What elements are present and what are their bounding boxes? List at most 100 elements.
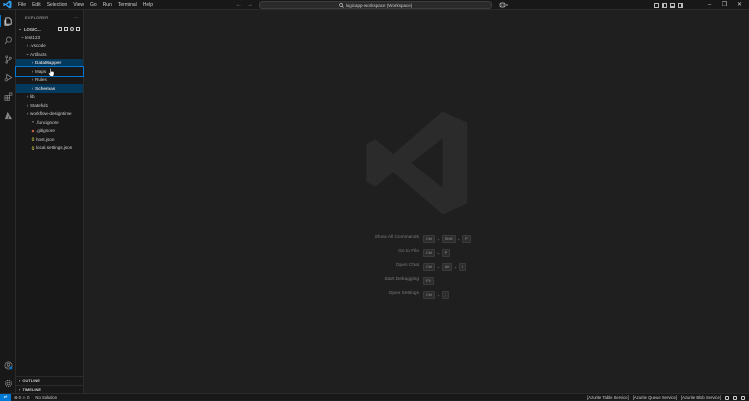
shortcut-row: Show All Commands Ctrl + Shift + P (84, 235, 749, 243)
search-text: logicapp-workspace (Workspace) (345, 2, 413, 8)
menu-item-go[interactable]: Go (87, 0, 100, 10)
close-icon[interactable]: ✕ (732, 0, 747, 10)
tree-item[interactable]: {} local.settings.json (16, 144, 83, 153)
chevron-right-icon: › (19, 387, 21, 392)
tree-item-label: Schemas (35, 85, 56, 91)
editor-area: Show All Commands Ctrl + Shift + P Go to File C… (84, 10, 749, 393)
new-file-icon[interactable] (58, 27, 62, 31)
more-actions-icon[interactable]: ··· (73, 15, 78, 20)
tree-item[interactable]: ◆ .gitignore (16, 127, 83, 136)
explorer-icon[interactable] (3, 16, 13, 26)
tree-item[interactable]: › lib (16, 93, 83, 102)
shortcut-label[interactable]: Start Debugging (384, 277, 419, 282)
vscode-logo-icon (3, 0, 12, 9)
toggle-secondary-sidebar-icon[interactable] (678, 2, 683, 8)
menu-item-help[interactable]: Help (140, 0, 156, 10)
shortcut-label[interactable]: Go to File (398, 249, 419, 254)
outline-section[interactable]: › OUTLINE (16, 376, 84, 384)
azurite-service-item[interactable]: [Azurite Blob Service] (681, 395, 721, 400)
remote-indicator[interactable]: ⇌ (0, 393, 11, 401)
menu-item-view[interactable]: View (70, 0, 87, 10)
back-arrow-icon[interactable]: ← (236, 2, 242, 8)
copilot-icon[interactable] (499, 1, 508, 9)
shortcut-label[interactable]: Open Settings (389, 291, 419, 296)
hand-cursor-icon (48, 68, 55, 77)
azurite-service-item[interactable]: [Azurite Table Service] (587, 395, 629, 400)
tree-item-label: .vscode (30, 43, 46, 49)
accounts-status-icon[interactable] (733, 395, 737, 400)
tree-item-label: workflow-designtime (30, 111, 72, 117)
tree-item[interactable]: ⌄ Artifacts (16, 50, 83, 59)
bell-icon[interactable] (725, 395, 729, 400)
tree-item[interactable]: {} host.json (16, 135, 83, 144)
tree-item[interactable]: ≡ .funcignore (16, 118, 83, 127)
keycap: Ctrl (423, 263, 436, 271)
new-folder-icon[interactable] (64, 27, 68, 31)
restore-icon[interactable]: ❐ (717, 0, 732, 10)
tree-item[interactable]: › workflow-designtime (16, 110, 83, 119)
minimize-icon[interactable]: – (702, 0, 717, 10)
toggle-primary-sidebar-icon[interactable] (662, 2, 667, 8)
timeline-label: TIMELINE (22, 387, 42, 392)
shortcut-row: Open Chat Ctrl + Alt + I (84, 263, 749, 271)
search-view-icon[interactable] (3, 35, 13, 45)
window-controls: – ❐ ✕ (702, 0, 747, 10)
tree-item[interactable]: › Schemas (16, 84, 83, 93)
collapse-all-icon[interactable] (76, 27, 80, 31)
tree-item-label: Rules (35, 77, 47, 83)
keycap: F5 (423, 277, 434, 285)
search-icon (338, 2, 344, 8)
shortcut-label[interactable]: Show All Commands (375, 235, 419, 240)
refresh-icon[interactable] (70, 27, 74, 31)
shortcut-row: Open Settings Ctrl +, (84, 291, 749, 299)
keycap: , (441, 291, 449, 299)
vscode-watermark-icon (366, 111, 468, 215)
accounts-icon[interactable] (3, 360, 13, 370)
navigation-arrows: ← → (236, 0, 253, 10)
command-center-search[interactable]: logicapp-workspace (Workspace) (259, 1, 492, 9)
tree-item[interactable]: ⌄ test123 (16, 33, 83, 42)
tree-item-label: DataMapper (35, 60, 62, 66)
menu-item-terminal[interactable]: Terminal (115, 0, 140, 10)
menu-item-file[interactable]: File (15, 0, 29, 10)
shortcut-keys: Ctrl + Shift + P (423, 235, 471, 243)
tree-item-label: Artifacts (30, 51, 47, 57)
layout-customize-icon[interactable] (654, 2, 659, 8)
menu-item-run[interactable]: Run (100, 0, 115, 10)
notifications-icon[interactable] (741, 395, 745, 400)
run-debug-icon[interactable] (3, 72, 13, 82)
plus-separator: + (457, 236, 460, 242)
timeline-section[interactable]: › TIMELINE (16, 385, 84, 393)
tree-item-label: .gitignore (36, 128, 55, 134)
explorer-title: EXPLORER (25, 15, 49, 20)
azure-icon[interactable] (3, 110, 13, 120)
tree-item[interactable]: › DataMapper (16, 58, 83, 67)
plus-separator: + (437, 250, 440, 256)
azurite-service-item[interactable]: [Azurite Queue Service] (633, 395, 677, 400)
activity-bar (0, 10, 16, 393)
keycap: Ctrl (423, 249, 436, 257)
tree-item-label: local.settings.json (36, 145, 73, 151)
shortcut-keys: Ctrl + Alt + I (423, 263, 466, 271)
source-control-icon[interactable] (3, 54, 13, 64)
keycap: Ctrl (423, 235, 436, 243)
problems-indicator[interactable]: ⊗ 0 ⚠ 0 (14, 395, 29, 400)
keycap: I (458, 263, 466, 271)
tree-item[interactable]: › .vscode (16, 42, 83, 51)
solution-indicator[interactable]: No Solution (35, 395, 57, 400)
toggle-panel-icon[interactable] (670, 2, 675, 8)
plus-separator: + (437, 264, 440, 270)
keycap: Shift (441, 235, 456, 243)
explorer-header: EXPLORER ··· (16, 10, 83, 25)
menu-item-edit[interactable]: Edit (29, 0, 44, 10)
settings-gear-icon[interactable] (3, 378, 13, 388)
tree-item[interactable]: › Stateful1 (16, 101, 83, 110)
forward-arrow-icon[interactable]: → (247, 2, 253, 8)
shortcut-label[interactable]: Open Chat (396, 263, 419, 268)
extensions-icon[interactable] (3, 91, 13, 101)
chevron-right-icon: › (19, 378, 21, 383)
status-bar: ⇌ ⊗ 0 ⚠ 0 No Solution [Azurite Table Ser… (0, 393, 749, 401)
workspace-section-header[interactable]: ⌄ LOGIC... (16, 25, 83, 33)
menu-item-selection[interactable]: Selection (44, 0, 71, 10)
shortcut-row: Start Debugging F5 (84, 277, 749, 285)
